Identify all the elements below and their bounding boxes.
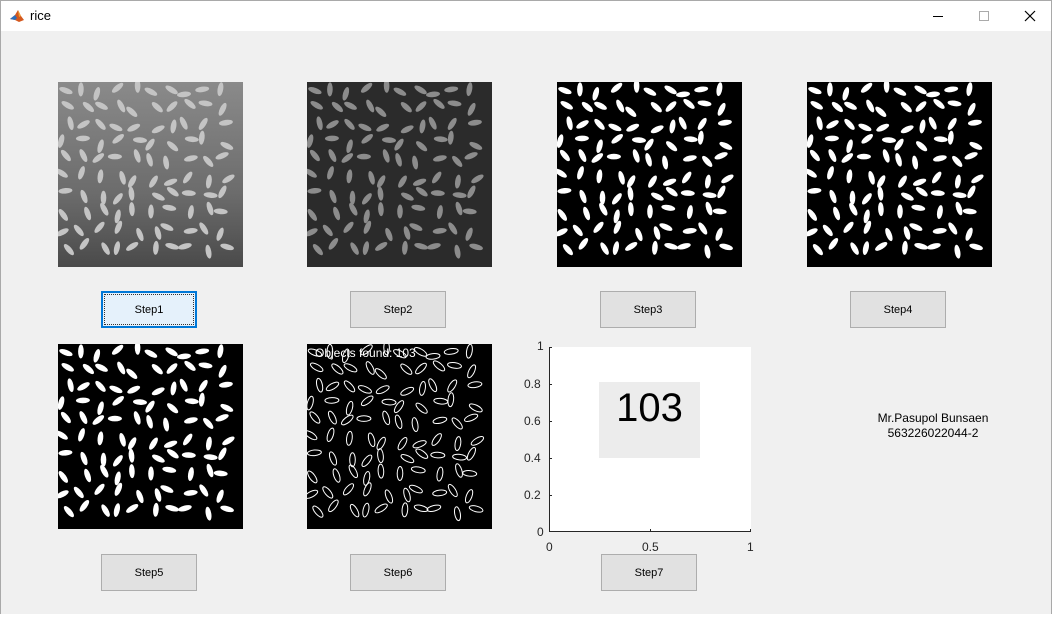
count-value: 103 [616,386,683,430]
author-id: 563226022044-2 [887,426,979,440]
result-axes: 103 1 0.8 0.6 0.4 0.2 0 0 0.5 1 [511,339,771,559]
maximize-button[interactable] [961,1,1007,31]
y-tick-label: 0.8 [524,377,541,391]
rice-grain [856,153,871,160]
step3-button[interactable]: Step3 [600,291,696,328]
x-tick-label: 0 [546,540,553,554]
background-subtracted-image [307,82,492,267]
step5-image-axes [58,344,243,529]
matlab-app-icon [9,8,25,24]
close-icon [1024,10,1036,22]
figure-window: rice Step1 Step2 Step3 Step4 Objects fou… [0,0,1052,615]
rice-grain [599,190,606,205]
minimize-icon [933,16,943,17]
rice-grain [849,190,856,205]
y-tick-label: 0.4 [524,451,541,465]
y-tick-label: 0 [537,525,544,539]
binary-image [557,82,742,267]
rice-grain [107,415,122,422]
rice-grayscale-image [58,82,243,267]
rice-grain [356,153,371,160]
figure-content: Step1 Step2 Step3 Step4 Objects found: 1… [1,31,1051,615]
step4-image-axes [807,82,992,267]
y-tick-label: 1 [537,339,544,353]
y-tick-label: 0.6 [524,414,541,428]
background-editor-strip [0,614,1054,618]
x-tick-label: 0.5 [642,540,659,554]
x-tick-label: 1 [747,540,754,554]
step7-button[interactable]: Step7 [601,554,697,591]
y-tick-label: 0.2 [524,488,541,502]
maximize-icon [979,11,989,21]
step3-image-axes [557,82,742,267]
window-title: rice [30,8,51,23]
author-info: Mr.Pasupol Bunsaen 563226022044-2 [853,411,1013,441]
cleaned-binary-image [807,82,992,267]
step1-button[interactable]: Step1 [101,291,197,328]
rice-grain [100,452,107,467]
minimize-button[interactable] [915,1,961,31]
rice-grain [100,190,107,205]
step6-image-axes: Objects found: 103 [307,344,492,529]
step5-button[interactable]: Step5 [101,554,197,591]
title-bar[interactable]: rice [1,1,1051,31]
step1-image-axes [58,82,243,267]
filtered-binary-image [58,344,243,529]
rice-grain [606,153,621,160]
author-name: Mr.Pasupol Bunsaen [877,411,989,425]
step2-button[interactable]: Step2 [350,291,446,328]
objects-found-label: Objects found: 103 [315,346,416,360]
step2-image-axes [307,82,492,267]
rice-grain [107,153,122,160]
step6-button[interactable]: Step6 [350,554,446,591]
rice-grain [349,190,356,205]
object-outline-image [307,344,492,529]
step4-button[interactable]: Step4 [850,291,946,328]
result-axes-frame [549,347,751,532]
close-button[interactable] [1007,1,1053,31]
